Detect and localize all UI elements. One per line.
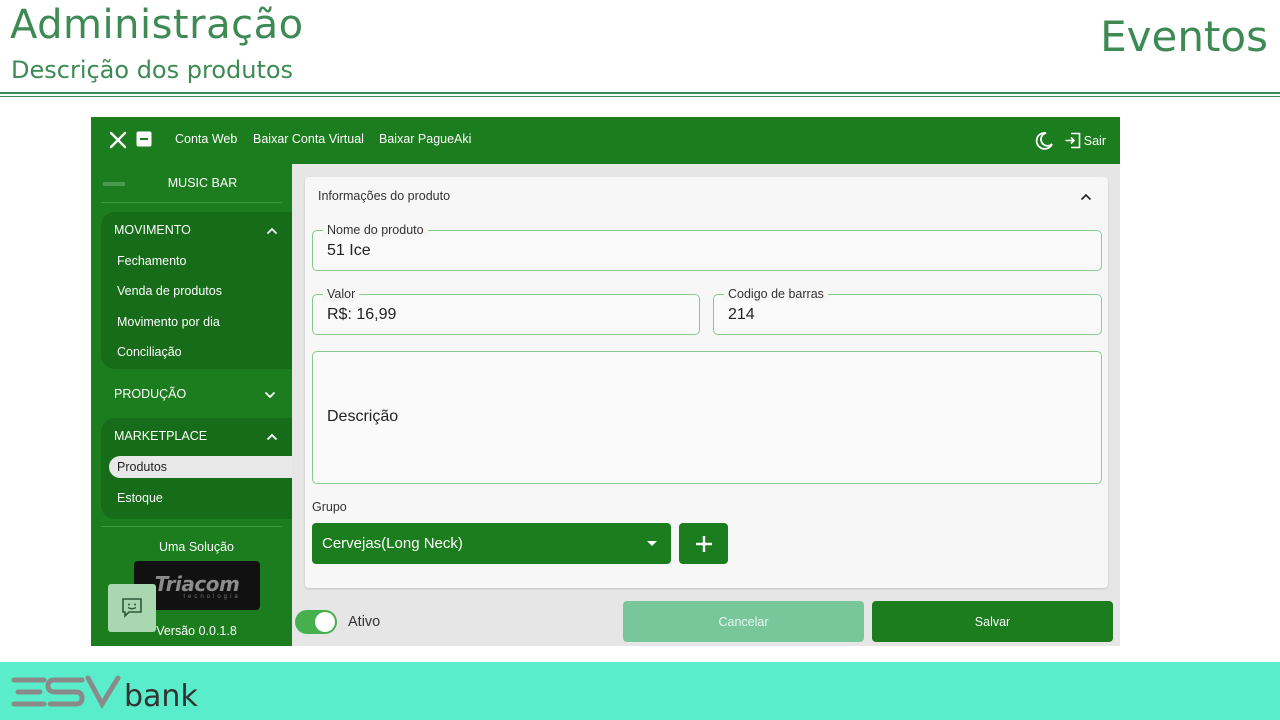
sidebar-divider xyxy=(101,202,282,203)
chevron-down-icon[interactable] xyxy=(264,391,276,399)
chevron-up-icon[interactable] xyxy=(1080,193,1092,201)
sidebar-item-estoque[interactable]: Estoque xyxy=(117,491,163,505)
brand-bank-text: bank xyxy=(124,679,198,714)
product-name-value: 51 Ice xyxy=(327,242,371,259)
logout-button[interactable]: Sair xyxy=(1064,132,1106,149)
brand-footer-bar: bank xyxy=(0,662,1280,720)
chevron-up-icon[interactable] xyxy=(266,433,278,441)
sidebar-item-fechamento[interactable]: Fechamento xyxy=(117,254,186,268)
header-rule-thin xyxy=(0,96,1280,97)
sidebar-item-movimento-por-dia[interactable]: Movimento por dia xyxy=(117,315,220,329)
logout-label: Sair xyxy=(1083,133,1106,148)
description-textarea[interactable]: Descrição xyxy=(312,351,1102,484)
barcode-field[interactable]: Codigo de barras 214 xyxy=(713,287,1102,335)
price-field[interactable]: Valor R$: 16,99 xyxy=(312,287,700,335)
product-name-label: Nome do produto xyxy=(323,223,428,237)
barcode-label: Codigo de barras xyxy=(724,287,828,301)
nav-link-baixar-conta-virtual[interactable]: Baixar Conta Virtual xyxy=(253,132,364,146)
price-value: R$: 16,99 xyxy=(327,306,397,323)
solution-label: Uma Solução xyxy=(158,540,235,554)
close-icon[interactable] xyxy=(108,130,128,150)
description-placeholder: Descrição xyxy=(327,408,399,425)
section-header-movimento[interactable]: MOVIMENTO xyxy=(114,223,191,237)
chat-icon xyxy=(122,598,142,618)
save-button[interactable]: Salvar xyxy=(872,601,1113,642)
section-header-producao[interactable]: PRODUÇÃO xyxy=(114,387,186,401)
slide-title: Administração xyxy=(10,2,304,48)
sidebar: MUSIC BAR MOVIMENTO Fechamento Venda de … xyxy=(91,164,292,646)
sidebar-section-marketplace: MARKETPLACE Produtos Estoque xyxy=(101,418,292,519)
plus-icon xyxy=(695,535,712,552)
sidebar-divider xyxy=(101,526,282,527)
section-header-marketplace[interactable]: MARKETPLACE xyxy=(114,429,207,443)
sidebar-item-produtos[interactable]: Produtos xyxy=(109,456,292,478)
dark-mode-moon-icon[interactable] xyxy=(1034,131,1054,151)
triacom-logo-tagline: tecnologia xyxy=(183,593,241,600)
esv-logo xyxy=(11,675,121,710)
header-rule xyxy=(0,92,1280,94)
toggle-knob xyxy=(315,612,335,632)
caret-down-icon xyxy=(647,541,657,546)
product-info-card: Informações do produto Nome do produto 5… xyxy=(305,177,1108,588)
minimize-icon[interactable] xyxy=(136,131,152,147)
nav-link-conta-web[interactable]: Conta Web xyxy=(175,132,237,146)
sidebar-section-movimento: MOVIMENTO Fechamento Venda de produtos M… xyxy=(101,212,292,369)
chevron-up-icon[interactable] xyxy=(266,227,278,235)
group-select[interactable]: Cervejas(Long Neck) xyxy=(312,523,671,564)
price-label: Valor xyxy=(323,287,360,301)
nav-link-baixar-pagueaki[interactable]: Baixar PagueAki xyxy=(379,132,471,146)
top-bar: Conta Web Baixar Conta Virtual Baixar Pa… xyxy=(91,117,1120,164)
sidebar-item-conciliacao[interactable]: Conciliação xyxy=(117,345,182,359)
slide-section-label: Eventos xyxy=(1100,12,1268,61)
barcode-value: 214 xyxy=(728,306,755,323)
active-toggle[interactable] xyxy=(295,610,337,634)
group-selected-value: Cervejas(Long Neck) xyxy=(322,535,463,552)
slide-subtitle: Descrição dos produtos xyxy=(11,56,294,84)
add-group-button[interactable] xyxy=(679,523,728,564)
card-title: Informações do produto xyxy=(318,189,451,203)
cancel-button[interactable]: Cancelar xyxy=(623,601,864,642)
chat-button[interactable] xyxy=(108,584,156,632)
app-window: Conta Web Baixar Conta Virtual Baixar Pa… xyxy=(91,117,1120,646)
triacom-logo-text: Triacom xyxy=(154,571,240,596)
active-label: Ativo xyxy=(348,614,381,630)
logout-icon xyxy=(1065,132,1081,149)
sidebar-item-venda-de-produtos[interactable]: Venda de produtos xyxy=(117,284,222,298)
group-label: Grupo xyxy=(312,500,347,514)
brand-name: MUSIC BAR xyxy=(167,176,238,190)
product-name-field[interactable]: Nome do produto 51 Ice xyxy=(312,223,1102,271)
